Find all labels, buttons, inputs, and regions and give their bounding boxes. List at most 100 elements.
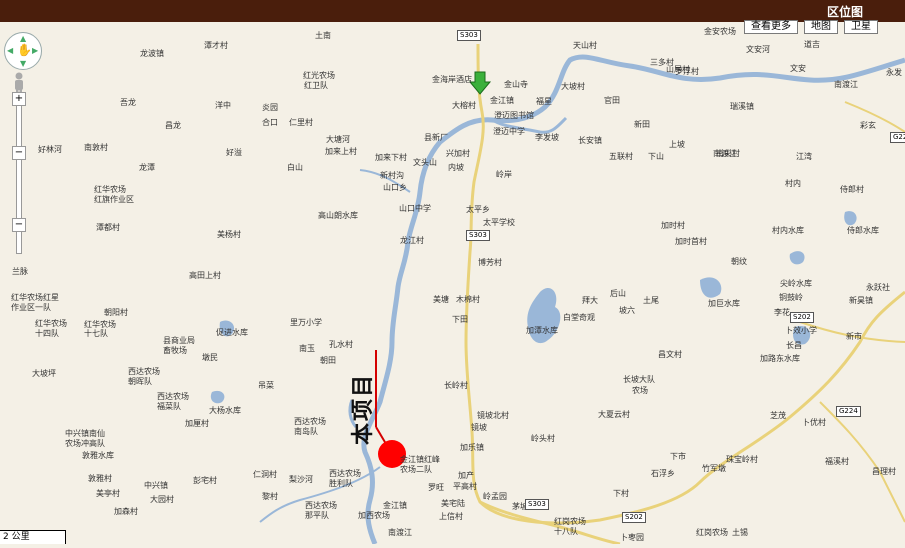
place-label: 仁里村 xyxy=(289,118,313,127)
place-label: 大坡村 xyxy=(561,82,585,91)
place-label: 永发 xyxy=(886,68,902,77)
place-label: 加时村 xyxy=(661,221,685,230)
place-label: 白山 xyxy=(287,163,303,172)
project-label: 本项目 xyxy=(351,372,376,445)
place-label: 加时首村 xyxy=(675,237,707,246)
place-label: 南敦村 xyxy=(84,143,108,152)
place-label: 大塘河 xyxy=(326,135,350,144)
place-label: 太平学校 xyxy=(483,218,515,227)
place-label: 加来下村 xyxy=(375,153,407,162)
place-label: 岭孟园 xyxy=(483,492,507,501)
place-label: 镜坡北村 xyxy=(477,411,509,420)
place-label: 新昊镇 xyxy=(849,296,873,305)
hand-icon: ✋ xyxy=(17,43,32,57)
place-label: 瑞溪镇 xyxy=(730,102,754,111)
place-label: 上坡 xyxy=(669,140,685,149)
place-label: 土锡 xyxy=(732,528,748,537)
place-label: 高田上村 xyxy=(189,271,221,280)
place-label: 美宅陆 xyxy=(441,499,465,508)
place-label: 文安 xyxy=(790,64,806,73)
place-label: 美塘 xyxy=(433,295,449,304)
place-label: 十七队 xyxy=(84,329,108,338)
place-label: 山口乡 xyxy=(383,183,407,192)
place-label: 李发坡 xyxy=(535,133,559,142)
place-label: 大夏云村 xyxy=(598,410,630,419)
place-label: 加西农场 xyxy=(358,511,390,520)
place-label: 罗旺 xyxy=(428,483,444,492)
place-label: 新田 xyxy=(634,120,650,129)
place-label: 南岛队 xyxy=(294,427,318,436)
place-label: 朝纹 xyxy=(731,257,747,266)
road-shield: S303 xyxy=(525,499,549,510)
place-label: 澄迈中学 xyxy=(493,127,525,136)
satellite-button[interactable]: 卫星 xyxy=(844,20,878,34)
map-button[interactable]: 地图 xyxy=(804,20,838,34)
place-label: 孔水村 xyxy=(329,340,353,349)
more-button[interactable]: 查看更多 xyxy=(744,20,798,34)
place-label: 长坡大队 xyxy=(623,375,655,384)
place-label: 加产 xyxy=(458,471,474,480)
map-canvas[interactable]: 土南 龙波镇 潭才村 红光农场 红卫队 吾龙 洋中 炎园 合口 仁里村 昌龙 大塘河 加来上村 加来下村好… xyxy=(0,22,905,546)
zoom-out-button[interactable]: − xyxy=(12,218,26,232)
place-label: 土南 xyxy=(315,31,331,40)
place-label: 竹军墩 xyxy=(702,464,726,473)
place-label: 天山村 xyxy=(573,41,597,50)
place-label: 卜效小学 xyxy=(785,326,817,335)
place-label: 文安河 xyxy=(746,45,770,54)
place-label: 珠宝岭村 xyxy=(726,455,758,464)
place-label: 后山 xyxy=(610,289,626,298)
pan-up-icon[interactable]: ▲ xyxy=(20,34,26,43)
pan-control[interactable]: ▲ ▼ ◀ ▶ ✋ xyxy=(4,32,42,70)
place-label: 朝田 xyxy=(320,356,336,365)
place-label: 里万小学 xyxy=(290,318,322,327)
place-label: 朝阳村 xyxy=(104,308,128,317)
place-label: 金海岸酒店 xyxy=(432,75,472,84)
place-label: 作业区一队 xyxy=(11,303,51,312)
place-label: 龙江村 xyxy=(400,236,424,245)
place-label: 白堂奇观 xyxy=(563,313,595,322)
place-label: 长岭村 xyxy=(444,381,468,390)
place-label: 县新厂 xyxy=(424,133,448,142)
place-label: 南渡江 xyxy=(834,80,858,89)
place-label: 官田 xyxy=(604,96,620,105)
place-label: 农场冲高队 xyxy=(65,439,105,448)
place-label: 昌文村 xyxy=(658,350,682,359)
place-label: 朝晖队 xyxy=(128,377,152,386)
place-label: 彭宅村 xyxy=(193,476,217,485)
place-label: 吾龙 xyxy=(120,98,136,107)
place-label: 下村 xyxy=(613,489,629,498)
pan-down-icon[interactable]: ▼ xyxy=(20,59,26,68)
place-label: 侍郎村 xyxy=(840,185,864,194)
place-label: 侍郎水库 xyxy=(847,226,879,235)
place-label: 村内 xyxy=(785,179,801,188)
place-label: 十四队 xyxy=(35,329,59,338)
place-label: 下山 xyxy=(648,152,664,161)
pan-right-icon[interactable]: ▶ xyxy=(32,46,38,55)
place-label: 敦雅村 xyxy=(88,474,112,483)
place-label: 澄迈图书馆 xyxy=(494,111,534,120)
place-label: 梨沙河 xyxy=(289,475,313,484)
place-label: 岭头村 xyxy=(531,434,555,443)
page-title: 区位图 xyxy=(826,5,863,19)
road-shield: S202 xyxy=(790,312,814,323)
place-label: 卜优村 xyxy=(802,418,826,427)
zoom-handle[interactable]: − xyxy=(12,146,26,160)
place-label: 那平队 xyxy=(305,511,329,520)
place-label: 铜鼓岭 xyxy=(779,293,803,302)
zoom-in-button[interactable]: + xyxy=(12,92,26,106)
place-label: 福星 xyxy=(536,97,552,106)
place-label: 红岗农场 xyxy=(696,528,728,537)
place-label: 土尾 xyxy=(643,296,659,305)
place-label: 兰脉 xyxy=(12,267,28,276)
place-label: 永跃社 xyxy=(866,283,890,292)
place-label: 农场 xyxy=(632,386,648,395)
place-label: 昌理村 xyxy=(872,467,896,476)
place-label: 美杨村 xyxy=(217,230,241,239)
place-label: 南渡江 xyxy=(388,528,412,537)
place-label: 加厘村 xyxy=(185,419,209,428)
header-bar: 区位图 xyxy=(0,0,905,22)
place-label: 卜枣园 xyxy=(620,533,644,542)
place-label: 木棉村 xyxy=(456,295,480,304)
pan-left-icon[interactable]: ◀ xyxy=(7,46,13,55)
place-label: 南尖村 xyxy=(716,149,740,158)
